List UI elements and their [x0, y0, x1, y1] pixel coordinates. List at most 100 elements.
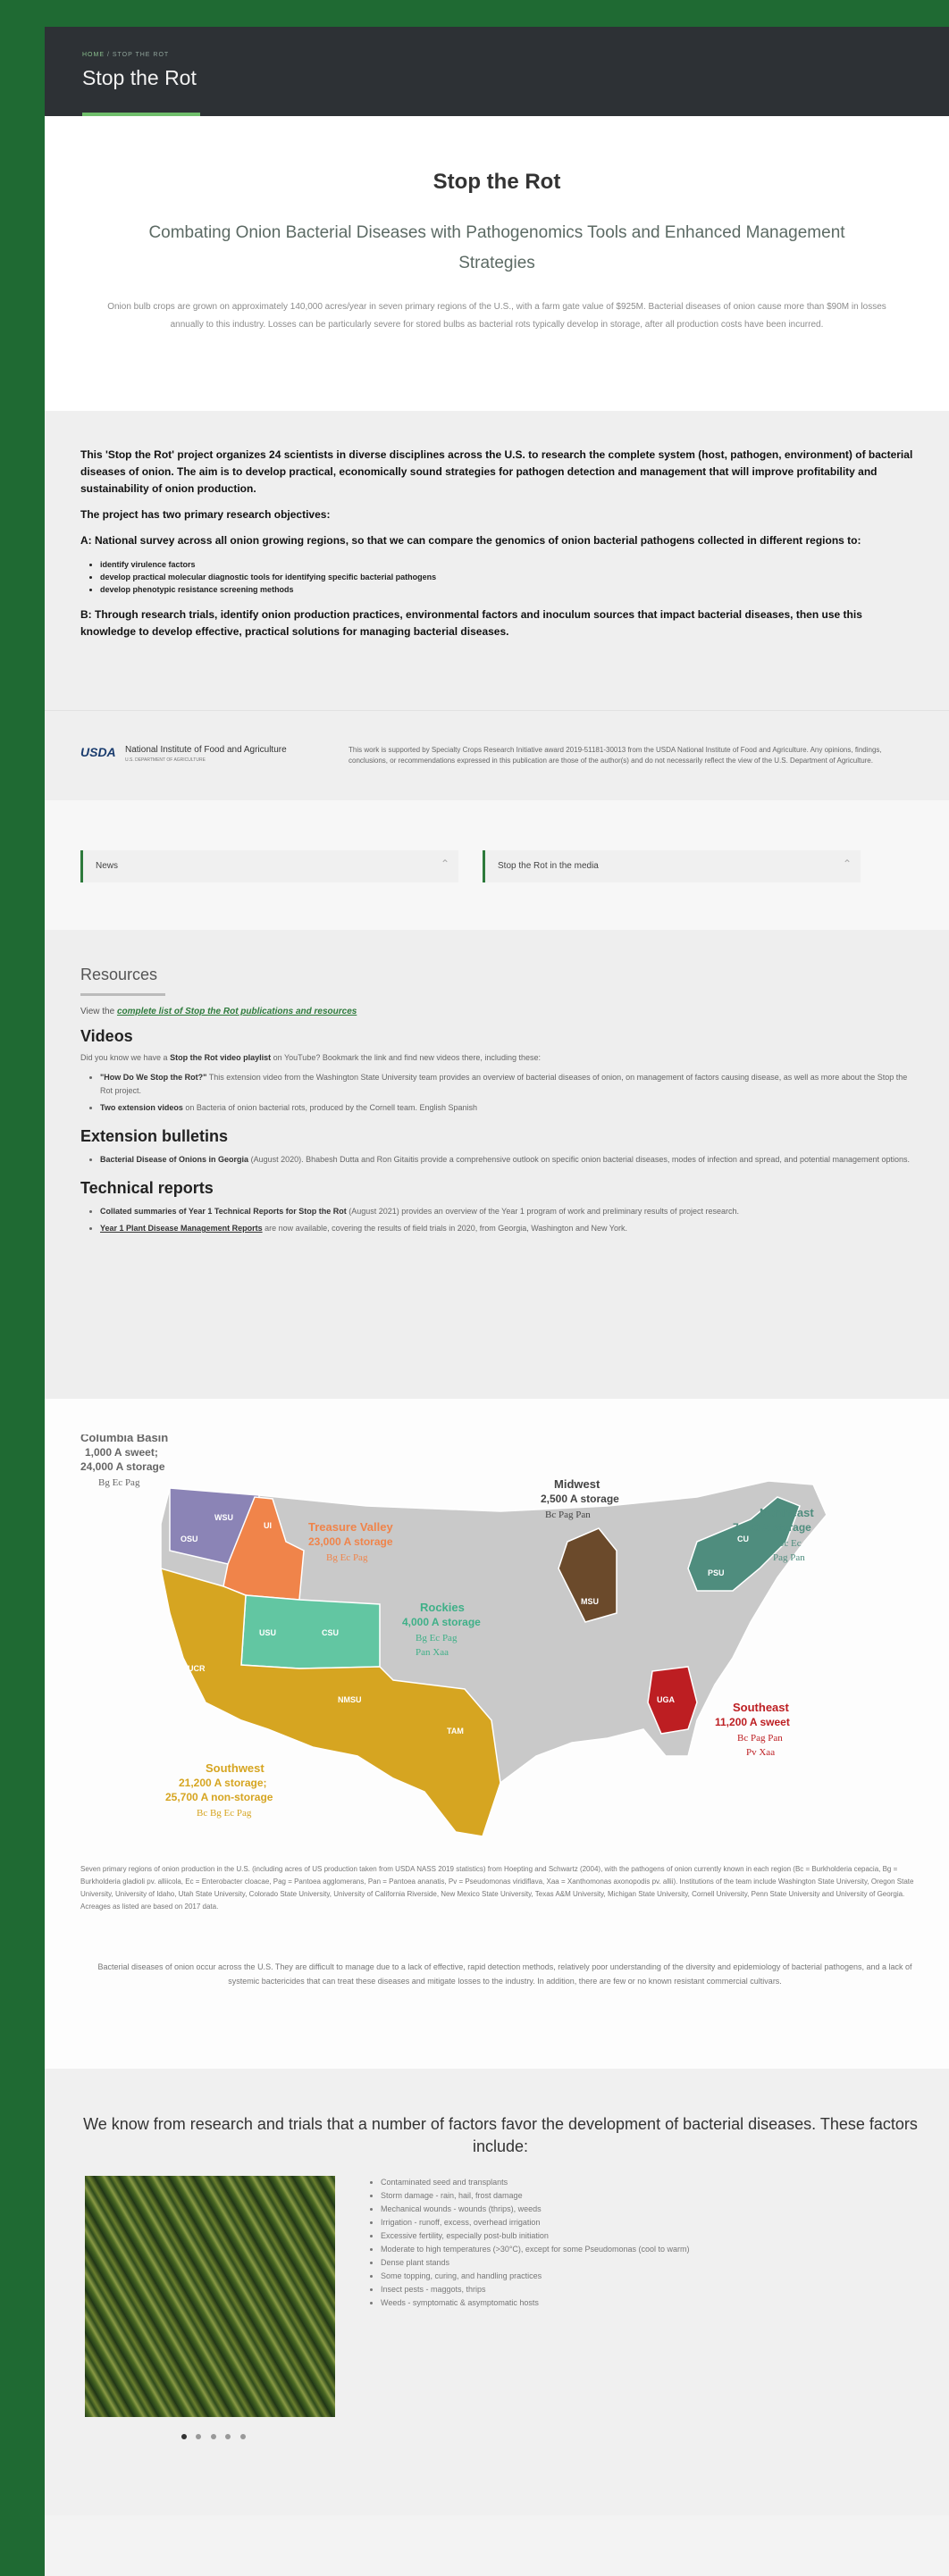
region-stat: 21,200 A storage;	[179, 1777, 267, 1789]
region-name: Columbia Basin	[80, 1434, 168, 1444]
list-item: Mechanical wounds - wounds (thrips), wee…	[381, 2203, 690, 2216]
carousel-dot[interactable]	[196, 2434, 202, 2439]
list-item: identify virulence factors	[100, 558, 913, 571]
media-accordion[interactable]: Stop the Rot in the media ⌃	[483, 850, 861, 882]
resources-title: Resources	[80, 966, 158, 983]
university-label: PSU	[708, 1568, 725, 1577]
region-name: Southwest	[206, 1761, 265, 1775]
intro-text: Onion bulb crops are grown on approximat…	[107, 302, 886, 330]
technical-heading: Technical reports	[80, 1179, 214, 1197]
region-pathogens: Bc Ec	[777, 1538, 802, 1549]
list-item: Two extension videos on Bacteria of onio…	[100, 1101, 913, 1115]
chevron-up-icon: ⌃	[842, 857, 852, 870]
objectives-intro: The project has two primary research obj…	[80, 508, 331, 521]
university-label: NMSU	[338, 1695, 362, 1704]
university-label: WSU	[214, 1513, 233, 1522]
video-link[interactable]: Two extension videos	[100, 1103, 183, 1112]
report-link[interactable]: Collated summaries of Year 1 Technical R…	[100, 1207, 347, 1216]
us-onion-regions-map: Columbia Basin 1,000 A sweet; 24,000 A s…	[80, 1434, 827, 1837]
list-item: develop practical molecular diagnostic t…	[100, 571, 913, 583]
page-title: Stop the Rot	[433, 170, 561, 194]
region-pathogens: Bc Pag Pan	[545, 1510, 591, 1520]
list-item: Some topping, curing, and handling pract…	[381, 2270, 690, 2283]
region-stat: 25,700 A non-storage	[165, 1791, 273, 1803]
breadcrumb-home-link[interactable]: HOME	[82, 52, 105, 58]
region-pathogens: Bc Pag Pan	[737, 1733, 783, 1744]
videos-prefix: Did you know we have a	[80, 1053, 168, 1062]
map-caption: Seven primary regions of onion productio…	[80, 1865, 914, 1911]
university-label: UGA	[657, 1695, 676, 1704]
videos-intro: Did you know we have a Stop the Rot vide…	[80, 1053, 913, 1062]
region-stat: 4,000 A storage	[402, 1616, 481, 1628]
region-pathogens: Bg Ec Pag	[98, 1477, 140, 1488]
map-section: Columbia Basin 1,000 A sweet; 24,000 A s…	[45, 1399, 949, 2069]
region-name: Treasure Valley	[308, 1520, 393, 1534]
region-pathogens: Bc Bg Ec Pag	[197, 1808, 252, 1819]
list-item: Collated summaries of Year 1 Technical R…	[100, 1205, 913, 1218]
university-label: USU	[259, 1628, 276, 1637]
region-pathogens: Bg Ec Pag	[416, 1633, 458, 1643]
region-name: Midwest	[554, 1477, 600, 1491]
list-item: Storm damage - rain, hail, frost damage	[381, 2189, 690, 2203]
university-label: OSU	[181, 1535, 198, 1543]
university-label: CSU	[322, 1628, 339, 1637]
list-item: Bacterial Disease of Onions in Georgia (…	[100, 1153, 913, 1167]
objective-a-list: identify virulence factors develop pract…	[80, 558, 913, 596]
site-header: HOME / STOP THE ROT Stop the Rot	[45, 27, 949, 116]
news-accordion[interactable]: News ⌃	[80, 850, 458, 882]
carousel-dot[interactable]	[239, 2434, 246, 2439]
page: HOME / STOP THE ROT Stop the Rot Stop th…	[45, 27, 949, 2576]
region-pathogens: Bg Ec Pag	[326, 1552, 368, 1563]
region-stat: 2,500 A storage	[541, 1493, 619, 1505]
breadcrumb-current: STOP THE ROT	[112, 52, 170, 58]
report-link[interactable]: Year 1 Plant Disease Management Reports	[100, 1224, 263, 1233]
video-playlist-link[interactable]: Stop the Rot video playlist	[170, 1053, 271, 1062]
view-prefix: View the	[80, 1007, 115, 1016]
carousel-dot[interactable]	[181, 2434, 187, 2439]
funding-note: This work is supported by Specialty Crop…	[349, 746, 882, 765]
usda-logo[interactable]: USDA	[80, 745, 116, 759]
university-label: UCR	[188, 1664, 206, 1673]
carousel-dots	[179, 2428, 248, 2444]
objective-b: B: Through research trials, identify oni…	[80, 608, 862, 638]
region-stat: 7,800 A storage	[733, 1521, 811, 1534]
project-description: This 'Stop the Rot' project organizes 24…	[80, 448, 913, 495]
technical-list: Collated summaries of Year 1 Technical R…	[80, 1205, 913, 1235]
resources-section: Resources View the complete list of Stop…	[45, 930, 949, 1399]
publications-link[interactable]: complete list of Stop the Rot publicatio…	[117, 1007, 357, 1016]
list-item: Year 1 Plant Disease Management Reports …	[100, 1222, 913, 1235]
list-item: Moderate to high temperatures (>30°C), e…	[381, 2243, 690, 2256]
video-link[interactable]: "How Do We Stop the Rot?"	[100, 1073, 206, 1082]
region-pathogens: Pan Xaa	[416, 1647, 449, 1658]
carousel-dot[interactable]	[225, 2434, 231, 2439]
map-summary: Bacterial diseases of onion occur across…	[97, 1962, 912, 1986]
factors-section: We know from research and trials that a …	[45, 2069, 949, 2515]
list-item: Insect pests - maggots, thrips	[381, 2283, 690, 2296]
region-name: Northeast	[760, 1506, 814, 1519]
list-item: Weeds - symptomatic & asymptomatic hosts	[381, 2296, 690, 2310]
page-subtitle: Combating Onion Bacterial Diseases with …	[148, 223, 845, 272]
bulletin-description: (August 2020). Bhabesh Dutta and Ron Git…	[250, 1155, 911, 1164]
list-item: "How Do We Stop the Rot?" This extension…	[100, 1071, 913, 1098]
university-label: TAM	[447, 1727, 464, 1735]
site-title[interactable]: Stop the Rot	[82, 66, 197, 90]
region-stat: 24,000 A storage	[80, 1460, 165, 1473]
videos-suffix: on YouTube? Bookmark the link and find n…	[273, 1053, 541, 1062]
objective-a: A: National survey across all onion grow…	[80, 534, 861, 547]
university-label: CU	[737, 1535, 749, 1543]
university-label: UI	[264, 1521, 272, 1530]
report-description: are now available, covering the results …	[265, 1224, 627, 1233]
list-item: Contaminated seed and transplants	[381, 2176, 690, 2189]
accordion-label: News	[96, 861, 119, 871]
factors-list: Contaminated seed and transplants Storm …	[366, 2176, 690, 2310]
bulletin-link[interactable]: Bacterial Disease of Onions in Georgia	[100, 1155, 248, 1164]
project-section: This 'Stop the Rot' project organizes 24…	[45, 411, 949, 710]
factors-heading: We know from research and trials that a …	[83, 2115, 918, 2155]
carousel-dot[interactable]	[210, 2434, 216, 2439]
title-underline	[80, 993, 165, 996]
region-name: Southeast	[733, 1701, 790, 1714]
university-label: MSU	[581, 1597, 599, 1606]
videos-heading: Videos	[80, 1027, 133, 1045]
list-item: Irrigation - runoff, excess, overhead ir…	[381, 2216, 690, 2229]
list-item: Excessive fertility, especially post-bul…	[381, 2229, 690, 2243]
